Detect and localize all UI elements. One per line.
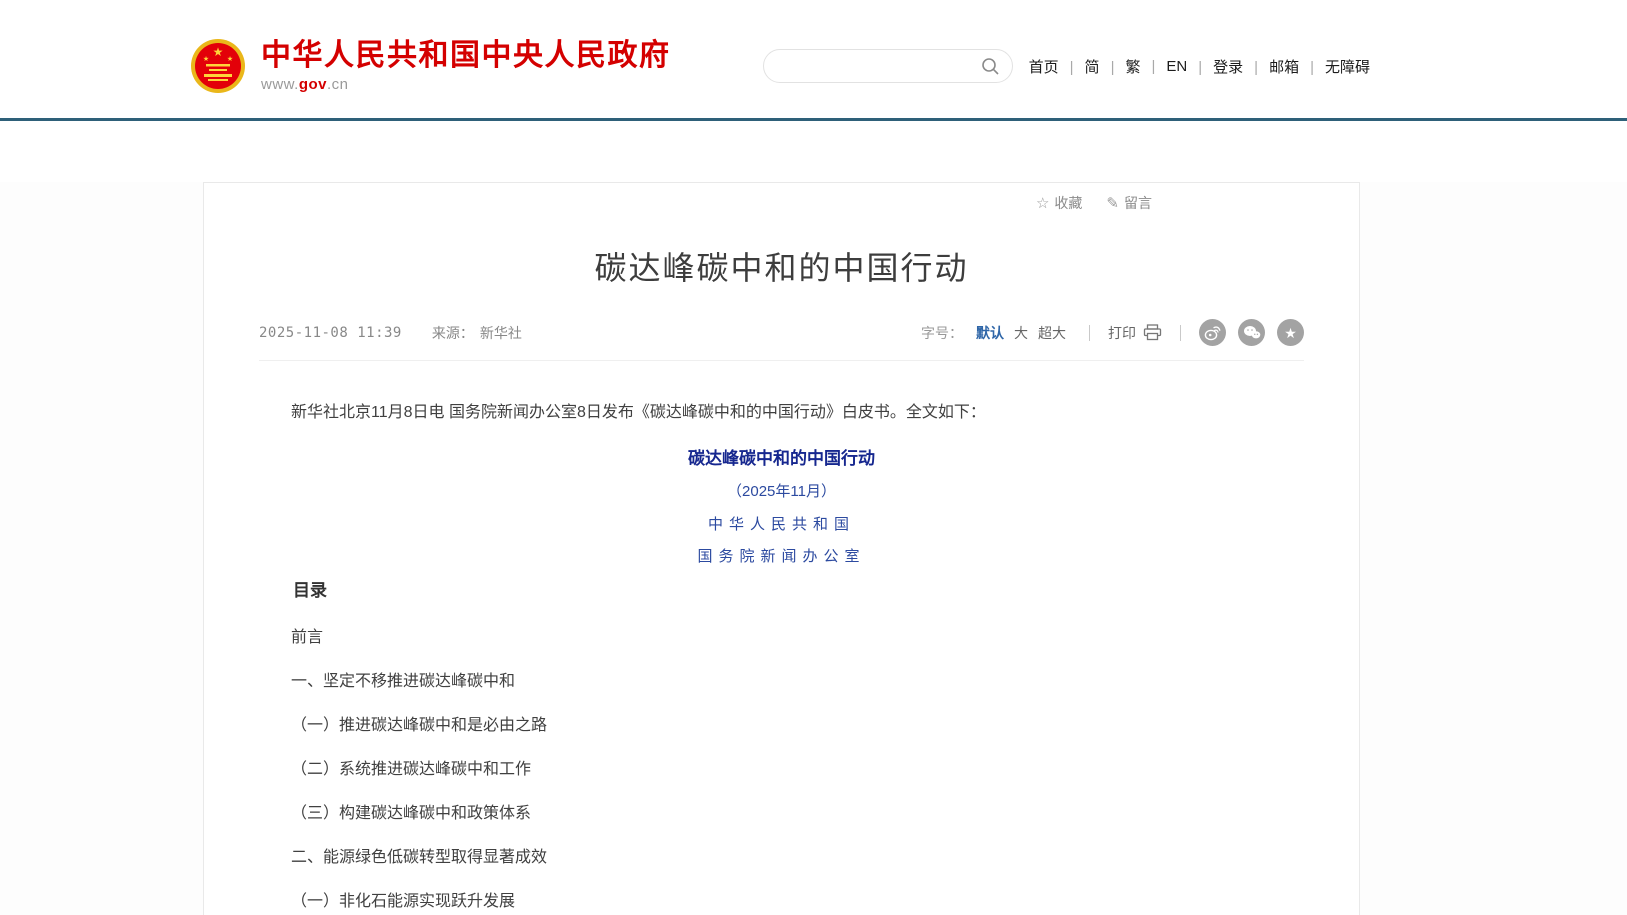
star-icon: ☆ (1036, 194, 1049, 212)
toc-item: 一、坚定不移推进碳达峰碳中和 (259, 672, 1304, 692)
comment-label: 留言 (1124, 193, 1152, 213)
search-input[interactable] (780, 58, 980, 74)
publish-date: 2025-11-08 11:39 (259, 325, 402, 341)
site-header: ★ ★ ★ 中华人民共和国中央人民政府 www.gov.cn (0, 0, 1627, 118)
font-size-xlarge[interactable]: 超大 (1038, 323, 1066, 343)
toc-item: （二）系统推进碳达峰碳中和工作 (259, 760, 1304, 780)
font-size-default[interactable]: 默认 (976, 323, 1004, 343)
nav-english[interactable]: EN (1140, 58, 1187, 75)
national-emblem-icon: ★ ★ ★ (190, 38, 246, 94)
print-label: 打印 (1108, 323, 1136, 343)
source-value: 新华社 (480, 323, 522, 343)
page: ★ ★ ★ 中华人民共和国中央人民政府 www.gov.cn (0, 0, 1627, 915)
site-title: 中华人民共和国中央人民政府 (261, 39, 671, 72)
share-more-button[interactable]: ★ (1277, 319, 1304, 346)
article-meta-row: 2025-11-08 11:39 来源： 新华社 字号： 默认 大 超大 打印 (259, 319, 1304, 361)
toc-heading: 目录 (259, 580, 1304, 601)
nav-home[interactable]: 首页 (1029, 56, 1059, 77)
weibo-icon (1204, 325, 1221, 341)
comment-button[interactable]: ✎ 留言 (1106, 193, 1152, 213)
document-org-1: 中华人民共和国 (259, 515, 1304, 534)
share-weibo-button[interactable] (1199, 319, 1226, 346)
article-meta-left: 2025-11-08 11:39 来源： 新华社 (259, 323, 522, 343)
header-right: 首页 简 繁 EN 登录 邮箱 无障碍 (763, 49, 1370, 83)
article-meta-right: 字号： 默认 大 超大 打印 (921, 319, 1304, 346)
printer-icon (1143, 324, 1162, 341)
divider (1089, 325, 1090, 341)
nav-mail[interactable]: 邮箱 (1243, 56, 1299, 77)
favorite-button[interactable]: ☆ 收藏 (1036, 193, 1082, 213)
intro-paragraph: 新华社北京11月8日电 国务院新闻办公室8日发布《碳达峰碳中和的中国行动》白皮书… (259, 403, 1304, 423)
nav-simplified[interactable]: 简 (1059, 56, 1100, 77)
article-card: 碳达峰碳中和的中国行动 2025-11-08 11:39 来源： 新华社 字号：… (203, 182, 1360, 915)
share-group: ★ (1199, 319, 1304, 346)
site-url-suffix: .cn (327, 76, 349, 93)
nav-traditional[interactable]: 繁 (1100, 56, 1141, 77)
page-title: 碳达峰碳中和的中国行动 (259, 243, 1304, 289)
nav-accessibility[interactable]: 无障碍 (1299, 56, 1370, 77)
toc-item: 前言 (259, 628, 1304, 648)
nav-login[interactable]: 登录 (1187, 56, 1243, 77)
document-date: （2025年11月） (259, 483, 1304, 502)
main-area: ☆ 收藏 ✎ 留言 碳达峰碳中和的中国行动 2025-11-08 11:39 来… (0, 182, 1627, 915)
document-title: 碳达峰碳中和的中国行动 (259, 448, 1304, 469)
site-url: www.gov.cn (261, 76, 671, 93)
tools-row: ☆ 收藏 ✎ 留言 (1036, 193, 1152, 213)
wechat-icon (1243, 325, 1261, 340)
site-url-gov: gov (299, 76, 327, 93)
svg-text:★: ★ (227, 55, 233, 63)
share-star-icon: ★ (1284, 326, 1297, 340)
toc-item: 二、能源绿色低碳转型取得显著成效 (259, 848, 1304, 868)
logo-text: 中华人民共和国中央人民政府 www.gov.cn (261, 39, 671, 93)
toc-item: （一）非化石能源实现跃升发展 (259, 892, 1304, 912)
site-url-prefix: www. (261, 76, 299, 93)
svg-text:★: ★ (203, 55, 209, 63)
site-logo[interactable]: ★ ★ ★ 中华人民共和国中央人民政府 www.gov.cn (190, 38, 671, 94)
share-wechat-button[interactable] (1238, 319, 1265, 346)
top-nav: 首页 简 繁 EN 登录 邮箱 无障碍 (1029, 56, 1370, 77)
font-size-label: 字号： (921, 323, 963, 343)
toc-item: （三）构建碳达峰碳中和政策体系 (259, 804, 1304, 824)
article-body: 新华社北京11月8日电 国务院新闻办公室8日发布《碳达峰碳中和的中国行动》白皮书… (259, 403, 1304, 912)
toc-item: （一）推进碳达峰碳中和是必由之路 (259, 716, 1304, 736)
favorite-label: 收藏 (1054, 193, 1082, 213)
font-size-large[interactable]: 大 (1014, 323, 1028, 343)
pen-icon: ✎ (1106, 194, 1119, 212)
header-divider (0, 118, 1627, 121)
search-box (763, 49, 1013, 83)
divider (1180, 325, 1181, 341)
svg-text:★: ★ (213, 45, 224, 59)
source-label: 来源： (432, 323, 474, 343)
print-button[interactable]: 打印 (1108, 323, 1162, 343)
search-icon[interactable] (980, 56, 1000, 76)
document-org-2: 国务院新闻办公室 (259, 547, 1304, 566)
